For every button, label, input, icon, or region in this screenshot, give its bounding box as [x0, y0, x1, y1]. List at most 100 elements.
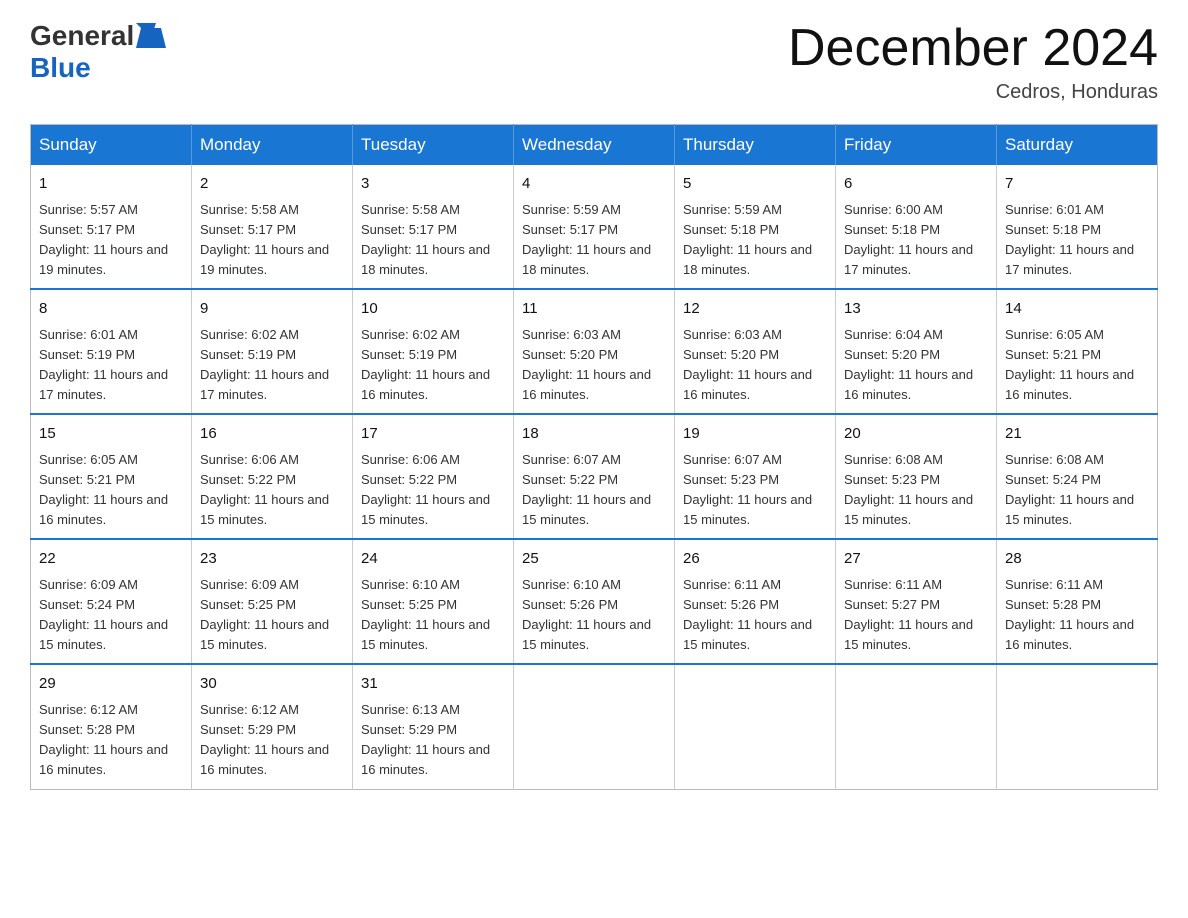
calendar-cell: 2 Sunrise: 5:58 AMSunset: 5:17 PMDaylight…: [192, 165, 353, 289]
day-number: 10: [361, 298, 505, 321]
calendar-cell: 17 Sunrise: 6:06 AMSunset: 5:22 PMDayligh…: [353, 414, 514, 539]
day-number: 21: [1005, 423, 1149, 446]
logo-general: General: [30, 20, 134, 52]
calendar-cell: 10Sunrise: 6:02 AMSunset: 5:19 PMDayligh…: [353, 289, 514, 414]
day-number: 5: [683, 173, 827, 196]
logo-triangle-icon: [136, 23, 166, 51]
calendar-cell: [836, 664, 997, 789]
calendar-cell: 28 Sunrise: 6:11 AMSunset: 5:28 PMDayligh…: [997, 539, 1158, 664]
calendar-cell: 29 Sunrise: 6:12 AMSunset: 5:28 PMDayligh…: [31, 664, 192, 789]
day-info: Sunrise: 5:57 AMSunset: 5:17 PMDaylight:…: [39, 200, 183, 281]
calendar-cell: 30 Sunrise: 6:12 AMSunset: 5:29 PMDayligh…: [192, 664, 353, 789]
calendar-cell: 13 Sunrise: 6:04 AMSunset: 5:20 PMDayligh…: [836, 289, 997, 414]
day-info: Sunrise: 6:00 AMSunset: 5:18 PMDaylight:…: [844, 200, 988, 281]
day-number: 2: [200, 173, 344, 196]
day-number: 20: [844, 423, 988, 446]
day-number: 7: [1005, 173, 1149, 196]
weekday-header-monday: Monday: [192, 125, 353, 166]
day-number: 6: [844, 173, 988, 196]
day-number: 9: [200, 298, 344, 321]
calendar-cell: 6 Sunrise: 6:00 AMSunset: 5:18 PMDaylight…: [836, 165, 997, 289]
day-info: Sunrise: 6:01 AMSunset: 5:18 PMDaylight:…: [1005, 200, 1149, 281]
calendar-cell: 26Sunrise: 6:11 AMSunset: 5:26 PMDayligh…: [675, 539, 836, 664]
day-number: 11: [522, 298, 666, 321]
day-info: Sunrise: 6:08 AMSunset: 5:24 PMDaylight:…: [1005, 450, 1149, 531]
day-number: 1: [39, 173, 183, 196]
logo-blue: Blue: [30, 52, 91, 84]
day-number: 31: [361, 673, 505, 696]
weekday-header-sunday: Sunday: [31, 125, 192, 166]
calendar-cell: 3 Sunrise: 5:58 AMSunset: 5:17 PMDaylight…: [353, 165, 514, 289]
day-info: Sunrise: 6:05 AMSunset: 5:21 PMDaylight:…: [1005, 325, 1149, 406]
day-number: 17: [361, 423, 505, 446]
day-number: 14: [1005, 298, 1149, 321]
day-info: Sunrise: 6:07 AMSunset: 5:22 PMDaylight:…: [522, 450, 666, 531]
weekday-header-thursday: Thursday: [675, 125, 836, 166]
weekday-header-friday: Friday: [836, 125, 997, 166]
calendar-cell: 7 Sunrise: 6:01 AMSunset: 5:18 PMDaylight…: [997, 165, 1158, 289]
day-number: 12: [683, 298, 827, 321]
day-number: 16: [200, 423, 344, 446]
day-info: Sunrise: 6:08 AMSunset: 5:23 PMDaylight:…: [844, 450, 988, 531]
calendar-cell: 23Sunrise: 6:09 AMSunset: 5:25 PMDayligh…: [192, 539, 353, 664]
calendar-table: SundayMondayTuesdayWednesdayThursdayFrid…: [30, 124, 1158, 789]
weekday-header-wednesday: Wednesday: [514, 125, 675, 166]
day-number: 18: [522, 423, 666, 446]
day-number: 23: [200, 548, 344, 571]
calendar-cell: 25 Sunrise: 6:10 AMSunset: 5:26 PMDayligh…: [514, 539, 675, 664]
calendar-cell: 15 Sunrise: 6:05 AMSunset: 5:21 PMDayligh…: [31, 414, 192, 539]
calendar-week-row: 1 Sunrise: 5:57 AMSunset: 5:17 PMDaylight…: [31, 165, 1158, 289]
day-number: 25: [522, 548, 666, 571]
day-number: 26: [683, 548, 827, 571]
calendar-cell: 12 Sunrise: 6:03 AMSunset: 5:20 PMDayligh…: [675, 289, 836, 414]
calendar-cell: 16 Sunrise: 6:06 AMSunset: 5:22 PMDayligh…: [192, 414, 353, 539]
day-number: 28: [1005, 548, 1149, 571]
calendar-cell: 22Sunrise: 6:09 AMSunset: 5:24 PMDayligh…: [31, 539, 192, 664]
day-info: Sunrise: 6:11 AMSunset: 5:28 PMDaylight:…: [1005, 575, 1149, 656]
weekday-header-saturday: Saturday: [997, 125, 1158, 166]
calendar-cell: 4Sunrise: 5:59 AMSunset: 5:17 PMDaylight…: [514, 165, 675, 289]
day-number: 29: [39, 673, 183, 696]
calendar-cell: [675, 664, 836, 789]
day-number: 3: [361, 173, 505, 196]
day-info: Sunrise: 6:12 AMSunset: 5:29 PMDaylight:…: [200, 700, 344, 781]
day-info: Sunrise: 6:01 AMSunset: 5:19 PMDaylight:…: [39, 325, 183, 406]
calendar-cell: 21 Sunrise: 6:08 AMSunset: 5:24 PMDayligh…: [997, 414, 1158, 539]
calendar-cell: 11 Sunrise: 6:03 AMSunset: 5:20 PMDayligh…: [514, 289, 675, 414]
calendar-cell: 27Sunrise: 6:11 AMSunset: 5:27 PMDayligh…: [836, 539, 997, 664]
day-number: 30: [200, 673, 344, 696]
day-number: 15: [39, 423, 183, 446]
day-info: Sunrise: 6:05 AMSunset: 5:21 PMDaylight:…: [39, 450, 183, 531]
day-info: Sunrise: 6:09 AMSunset: 5:24 PMDaylight:…: [39, 575, 183, 656]
calendar-header-row: SundayMondayTuesdayWednesdayThursdayFrid…: [31, 125, 1158, 166]
calendar-cell: 31Sunrise: 6:13 AMSunset: 5:29 PMDayligh…: [353, 664, 514, 789]
day-info: Sunrise: 6:02 AMSunset: 5:19 PMDaylight:…: [200, 325, 344, 406]
calendar-week-row: 8Sunrise: 6:01 AMSunset: 5:19 PMDaylight…: [31, 289, 1158, 414]
page-header: General Blue December 2024 Cedros, Hondu…: [30, 20, 1158, 104]
day-info: Sunrise: 6:06 AMSunset: 5:22 PMDaylight:…: [200, 450, 344, 531]
calendar-cell: 9 Sunrise: 6:02 AMSunset: 5:19 PMDaylight…: [192, 289, 353, 414]
day-info: Sunrise: 6:12 AMSunset: 5:28 PMDaylight:…: [39, 700, 183, 781]
day-number: 19: [683, 423, 827, 446]
calendar-cell: [997, 664, 1158, 789]
calendar-week-row: 22Sunrise: 6:09 AMSunset: 5:24 PMDayligh…: [31, 539, 1158, 664]
day-info: Sunrise: 6:04 AMSunset: 5:20 PMDaylight:…: [844, 325, 988, 406]
day-info: Sunrise: 6:11 AMSunset: 5:27 PMDaylight:…: [844, 575, 988, 656]
day-info: Sunrise: 5:59 AMSunset: 5:17 PMDaylight:…: [522, 200, 666, 281]
month-title: December 2024: [788, 20, 1158, 77]
calendar-week-row: 29 Sunrise: 6:12 AMSunset: 5:28 PMDayligh…: [31, 664, 1158, 789]
day-info: Sunrise: 6:03 AMSunset: 5:20 PMDaylight:…: [522, 325, 666, 406]
day-info: Sunrise: 5:58 AMSunset: 5:17 PMDaylight:…: [200, 200, 344, 281]
title-section: December 2024 Cedros, Honduras: [788, 20, 1158, 104]
location: Cedros, Honduras: [788, 81, 1158, 104]
day-info: Sunrise: 6:06 AMSunset: 5:22 PMDaylight:…: [361, 450, 505, 531]
calendar-cell: 19Sunrise: 6:07 AMSunset: 5:23 PMDayligh…: [675, 414, 836, 539]
day-info: Sunrise: 6:10 AMSunset: 5:26 PMDaylight:…: [522, 575, 666, 656]
calendar-cell: 20 Sunrise: 6:08 AMSunset: 5:23 PMDayligh…: [836, 414, 997, 539]
calendar-cell: 24Sunrise: 6:10 AMSunset: 5:25 PMDayligh…: [353, 539, 514, 664]
day-info: Sunrise: 5:58 AMSunset: 5:17 PMDaylight:…: [361, 200, 505, 281]
calendar-cell: 8Sunrise: 6:01 AMSunset: 5:19 PMDaylight…: [31, 289, 192, 414]
day-info: Sunrise: 6:03 AMSunset: 5:20 PMDaylight:…: [683, 325, 827, 406]
day-number: 13: [844, 298, 988, 321]
calendar-cell: 14 Sunrise: 6:05 AMSunset: 5:21 PMDayligh…: [997, 289, 1158, 414]
